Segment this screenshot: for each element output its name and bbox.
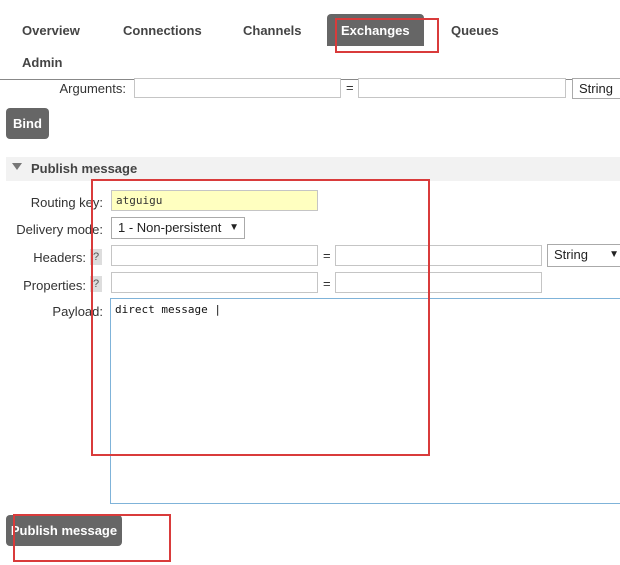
arguments-value-input[interactable]	[358, 78, 566, 98]
headers-key-input[interactable]	[111, 245, 318, 266]
properties-key-input[interactable]	[111, 272, 318, 293]
nav-tab-exchanges[interactable]: Exchanges	[327, 14, 424, 46]
properties-equals: =	[323, 276, 331, 291]
headers-type-value: String	[554, 247, 588, 262]
headers-value-input[interactable]	[335, 245, 542, 266]
routing-key-input[interactable]: atguigu	[111, 190, 318, 211]
bind-button[interactable]: Bind	[6, 108, 49, 139]
arguments-key-input[interactable]	[134, 78, 341, 98]
delivery-mode-label: Delivery mode:	[16, 222, 103, 237]
payload-label: Payload:	[52, 304, 103, 319]
properties-label: Properties:	[23, 278, 86, 293]
headers-equals: =	[323, 248, 331, 263]
delivery-mode-select[interactable]: 1 - Non-persistent ▼	[111, 217, 245, 239]
nav-tab-connections[interactable]: Connections	[123, 14, 202, 46]
nav-tab-overview[interactable]: Overview	[22, 14, 80, 46]
headers-type-select[interactable]: String ▼	[547, 244, 620, 267]
routing-key-label: Routing key:	[30, 195, 103, 210]
publish-message-button[interactable]: Publish message	[6, 515, 122, 546]
arguments-type-value: String	[579, 81, 613, 96]
payload-textarea[interactable]: direct message |	[110, 298, 620, 504]
nav-tab-queues[interactable]: Queues	[451, 14, 499, 46]
properties-help-icon[interactable]: ?	[90, 276, 102, 292]
headers-help-icon[interactable]: ?	[90, 249, 102, 265]
nav-tab-admin[interactable]: Admin	[22, 46, 62, 78]
chevron-down-icon: ▼	[609, 249, 619, 260]
arguments-equals: =	[346, 80, 354, 95]
nav-tab-channels[interactable]: Channels	[243, 14, 302, 46]
delivery-mode-value: 1 - Non-persistent	[118, 220, 222, 235]
arguments-type-select[interactable]: String	[572, 78, 620, 99]
properties-value-input[interactable]	[335, 272, 542, 293]
publish-section-title[interactable]: Publish message	[31, 161, 137, 176]
collapse-triangle-icon[interactable]	[12, 163, 22, 170]
headers-label: Headers:	[33, 250, 86, 265]
chevron-down-icon: ▼	[229, 222, 239, 233]
arguments-label: Arguments:	[59, 81, 126, 96]
